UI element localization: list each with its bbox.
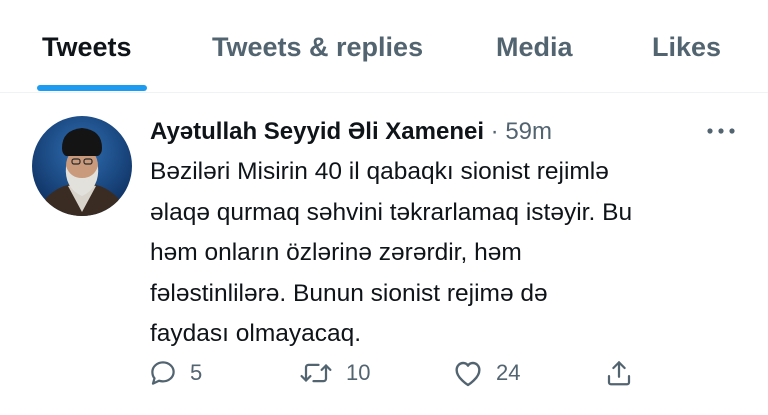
separator-dot: · [484, 118, 506, 145]
tab-tweets-and-replies[interactable]: Tweets & replies [212, 32, 423, 63]
like-count: 24 [496, 360, 521, 385]
like-icon [452, 358, 484, 388]
more-icon[interactable] [704, 121, 738, 141]
profile-tabs: Tweets Tweets & replies Media Likes [0, 0, 768, 92]
tweet[interactable]: Ayətullah Seyyid Əli Xamenei · 59m Bəzil… [0, 93, 768, 415]
author-name[interactable]: Ayətullah Seyyid Əli Xamenei [150, 118, 484, 145]
tweet-text: Bəziləri Misirin 40 il qabaqkı sionist r… [150, 158, 633, 347]
reply-button[interactable]: 5 [148, 356, 202, 390]
tweet-header: Ayətullah Seyyid Əli Xamenei · 59m [150, 115, 552, 149]
retweet-count: 10 [346, 360, 371, 385]
tab-tweets[interactable]: Tweets [42, 32, 132, 63]
avatar[interactable] [32, 116, 132, 216]
tab-media[interactable]: Media [496, 32, 573, 63]
like-button[interactable]: 24 [452, 356, 520, 390]
timestamp[interactable]: 59m [505, 118, 552, 145]
retweet-icon [298, 358, 334, 388]
share-button[interactable] [604, 356, 634, 390]
tab-likes[interactable]: Likes [652, 32, 721, 63]
active-tab-indicator [37, 85, 147, 91]
reply-icon [148, 358, 178, 388]
retweet-button[interactable]: 10 [298, 356, 370, 390]
reply-count: 5 [190, 360, 203, 385]
share-icon [604, 358, 634, 388]
